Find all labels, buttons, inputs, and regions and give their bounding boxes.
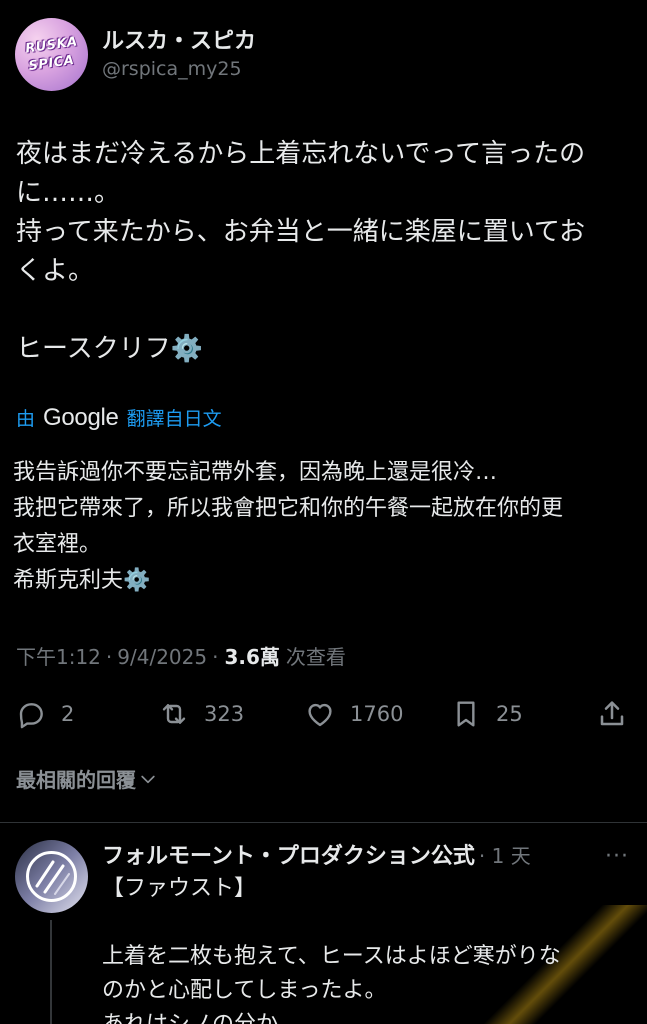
- tweet-time[interactable]: 下午1:12: [16, 641, 101, 670]
- translation-credit[interactable]: 由 Google 翻譯自日文: [16, 404, 222, 432]
- sort-label: 最相關的回覆: [16, 768, 136, 792]
- author-handle[interactable]: @rspica_my25: [102, 56, 256, 82]
- reply-icon: [19, 703, 43, 729]
- divider: [0, 822, 647, 823]
- thread-line: [50, 920, 52, 1024]
- reply-sort-dropdown[interactable]: 最相關的回覆: [16, 764, 158, 793]
- retweet-count: 323: [204, 702, 245, 726]
- reply-header: フォルモーント・プロダクション公式 · 1 天: [102, 838, 642, 870]
- like-icon: [308, 703, 332, 727]
- reply-author-name[interactable]: フォルモーント・プロダクション公式: [102, 838, 475, 870]
- tweet-actions: 2 323 1760 25: [0, 694, 647, 734]
- chevron-down-icon: [141, 775, 155, 783]
- reply-avatar-logo: [26, 851, 77, 902]
- author-name[interactable]: ルスカ・スピカ: [102, 28, 256, 56]
- bookmark-count: 25: [496, 702, 523, 726]
- reply-count: 2: [61, 702, 75, 726]
- reply-avatar[interactable]: [15, 840, 88, 913]
- retweet-button[interactable]: 323: [158, 694, 244, 734]
- like-count: 1760: [350, 702, 404, 726]
- reply-time[interactable]: · 1 天: [479, 840, 531, 869]
- views-label: 次查看: [285, 645, 346, 669]
- google-logo: Google: [43, 404, 119, 431]
- translate-suffix[interactable]: 翻譯自日文: [127, 404, 222, 431]
- translated-text: 我告訴過你不要忘記帶外套，因為晚上還是很冷… 我把它帶來了，所以我會把它和你的午…: [13, 460, 564, 593]
- tweet-date[interactable]: 9/4/2025: [117, 645, 207, 669]
- more-options-icon[interactable]: ···: [605, 844, 629, 869]
- meta-separator-2: ·: [212, 645, 219, 669]
- meta-separator: ·: [105, 645, 113, 669]
- views-count: 3.6萬: [224, 645, 280, 669]
- retweet-icon: [162, 704, 186, 724]
- tweet-detail-page: RUSKA SPICA ルスカ・スピカ @rspica_my25 夜はまだ冷える…: [0, 0, 647, 1024]
- bookmark-icon: [457, 701, 475, 727]
- reply-text: 【ファウスト】 上着を二枚も抱えて、ヒースはよほど寒がりな のかと心配してしまっ…: [102, 876, 561, 1024]
- bookmark-button[interactable]: 25: [450, 694, 523, 734]
- tweet-meta: 下午1:12 · 9/4/2025 · 3.6萬 次查看: [16, 641, 346, 670]
- reply-button[interactable]: 2: [15, 694, 74, 734]
- tweet-author[interactable]: RUSKA SPICA ルスカ・スピカ @rspica_my25: [15, 18, 256, 91]
- like-button[interactable]: 1760: [304, 694, 403, 734]
- share-button[interactable]: [596, 694, 628, 734]
- share-icon: [600, 701, 624, 726]
- author-avatar[interactable]: RUSKA SPICA: [15, 18, 88, 91]
- tweet-text: 夜はまだ冷えるから上着忘れないでって言ったの に……。 持って来たから、お弁当と…: [16, 139, 586, 364]
- translate-prefix: 由: [16, 408, 36, 430]
